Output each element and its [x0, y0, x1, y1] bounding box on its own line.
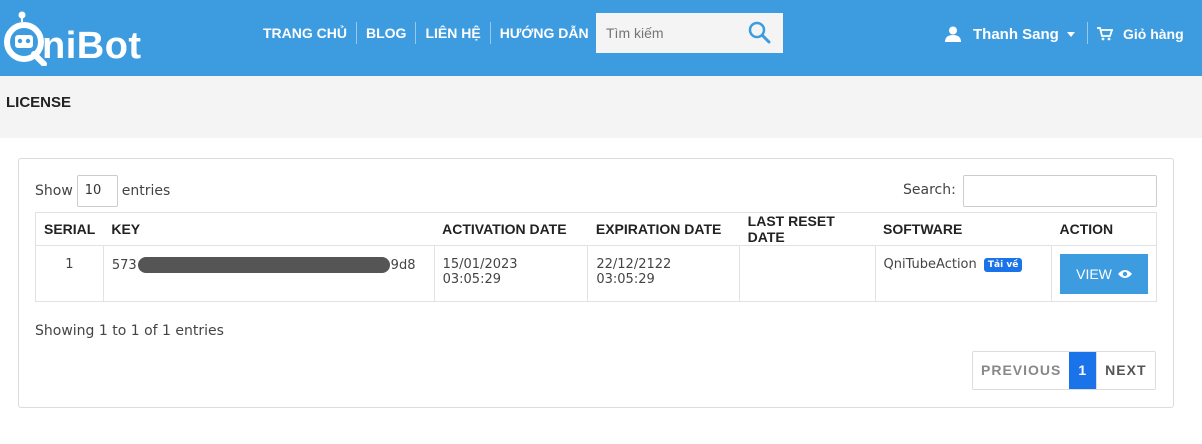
user-icon [945, 26, 961, 42]
table-header-row: SERIAL KEY ACTIVATION DATE EXPIRATION DA… [35, 212, 1157, 246]
software-name: QniTubeAction [883, 257, 977, 272]
key-cell: 573 9d8 [102, 245, 435, 302]
main-nav: TRANG CHỦ BLOG LIÊN HỆ HƯỚNG DẪN [254, 22, 598, 44]
nav-guide[interactable]: HƯỚNG DẪN [489, 22, 598, 44]
serial-cell: 1 [65, 257, 74, 272]
license-table: SERIAL KEY ACTIVATION DATE EXPIRATION DA… [35, 212, 1157, 302]
col-activation-date[interactable]: ACTIVATION DATE [434, 212, 588, 246]
col-expiration-date[interactable]: EXPIRATION DATE [587, 212, 740, 246]
nav-contact[interactable]: LIÊN HỆ [415, 22, 489, 44]
cart-icon [1097, 27, 1113, 41]
software-cell: QniTubeAction Tải về [874, 245, 1052, 302]
pagination: PREVIOUS 1 NEXT [972, 351, 1156, 390]
col-serial[interactable]: SERIAL [35, 212, 104, 246]
brand-name: niBot [42, 25, 142, 67]
table-row: 1 573 9d8 15/01/2023 03:05:29 22/12/2122… [36, 245, 1157, 302]
entries-length: Show 10 entries [35, 175, 170, 207]
caret-down-icon [1066, 31, 1075, 37]
key-prefix: 573 [111, 257, 137, 273]
cart-label: Giỏ hàng [1123, 26, 1184, 42]
page-1-button[interactable]: 1 [1069, 352, 1097, 389]
col-action[interactable]: ACTION [1051, 212, 1157, 246]
site-search [596, 13, 783, 53]
key-redaction [137, 257, 390, 273]
table-info: Showing 1 to 1 of 1 entries [35, 323, 224, 339]
top-navbar: niBot TRANG CHỦ BLOG LIÊN HỆ HƯỚNG DẪN T… [0, 0, 1202, 76]
entries-label: entries [121, 183, 171, 199]
nav-home[interactable]: TRANG CHỦ [254, 22, 356, 44]
nav-divider [1087, 22, 1088, 44]
col-software[interactable]: SOFTWARE [875, 212, 1052, 246]
page-title: LICENSE [6, 94, 72, 111]
col-last-reset-date[interactable]: LAST RESET DATE [739, 212, 875, 246]
table-search-input[interactable] [963, 175, 1157, 207]
last-reset-date-cell [739, 245, 875, 302]
user-name: Thanh Sang [973, 25, 1059, 43]
expiration-date-cell: 22/12/2122 03:05:29 [587, 245, 740, 302]
page-header: LICENSE [0, 76, 1202, 138]
cart-link[interactable]: Giỏ hàng [1097, 24, 1184, 44]
license-card: Show 10 entries Search: SERIAL KEY ACTIV… [18, 158, 1174, 408]
entries-select[interactable]: 10 [76, 175, 118, 207]
download-badge[interactable]: Tải về [983, 257, 1023, 272]
col-key[interactable]: KEY [103, 212, 435, 246]
previous-button[interactable]: PREVIOUS [973, 352, 1069, 389]
activation-date-cell: 15/01/2023 03:05:29 [433, 245, 588, 302]
show-label: Show [35, 183, 73, 199]
key-suffix: 9d8 [390, 257, 416, 273]
table-search-label: Search: [903, 182, 956, 198]
view-label: VIEW [1076, 266, 1112, 282]
nav-blog[interactable]: BLOG [356, 22, 415, 44]
action-cell: VIEW [1051, 245, 1157, 302]
eye-icon [1117, 270, 1132, 278]
search-input[interactable] [596, 13, 741, 53]
search-icon[interactable] [746, 19, 774, 47]
next-button[interactable]: NEXT [1096, 352, 1154, 389]
user-menu[interactable]: Thanh Sang [945, 24, 1075, 44]
view-button[interactable]: VIEW [1060, 254, 1148, 294]
qnibot-logo[interactable]: niBot [4, 10, 154, 68]
